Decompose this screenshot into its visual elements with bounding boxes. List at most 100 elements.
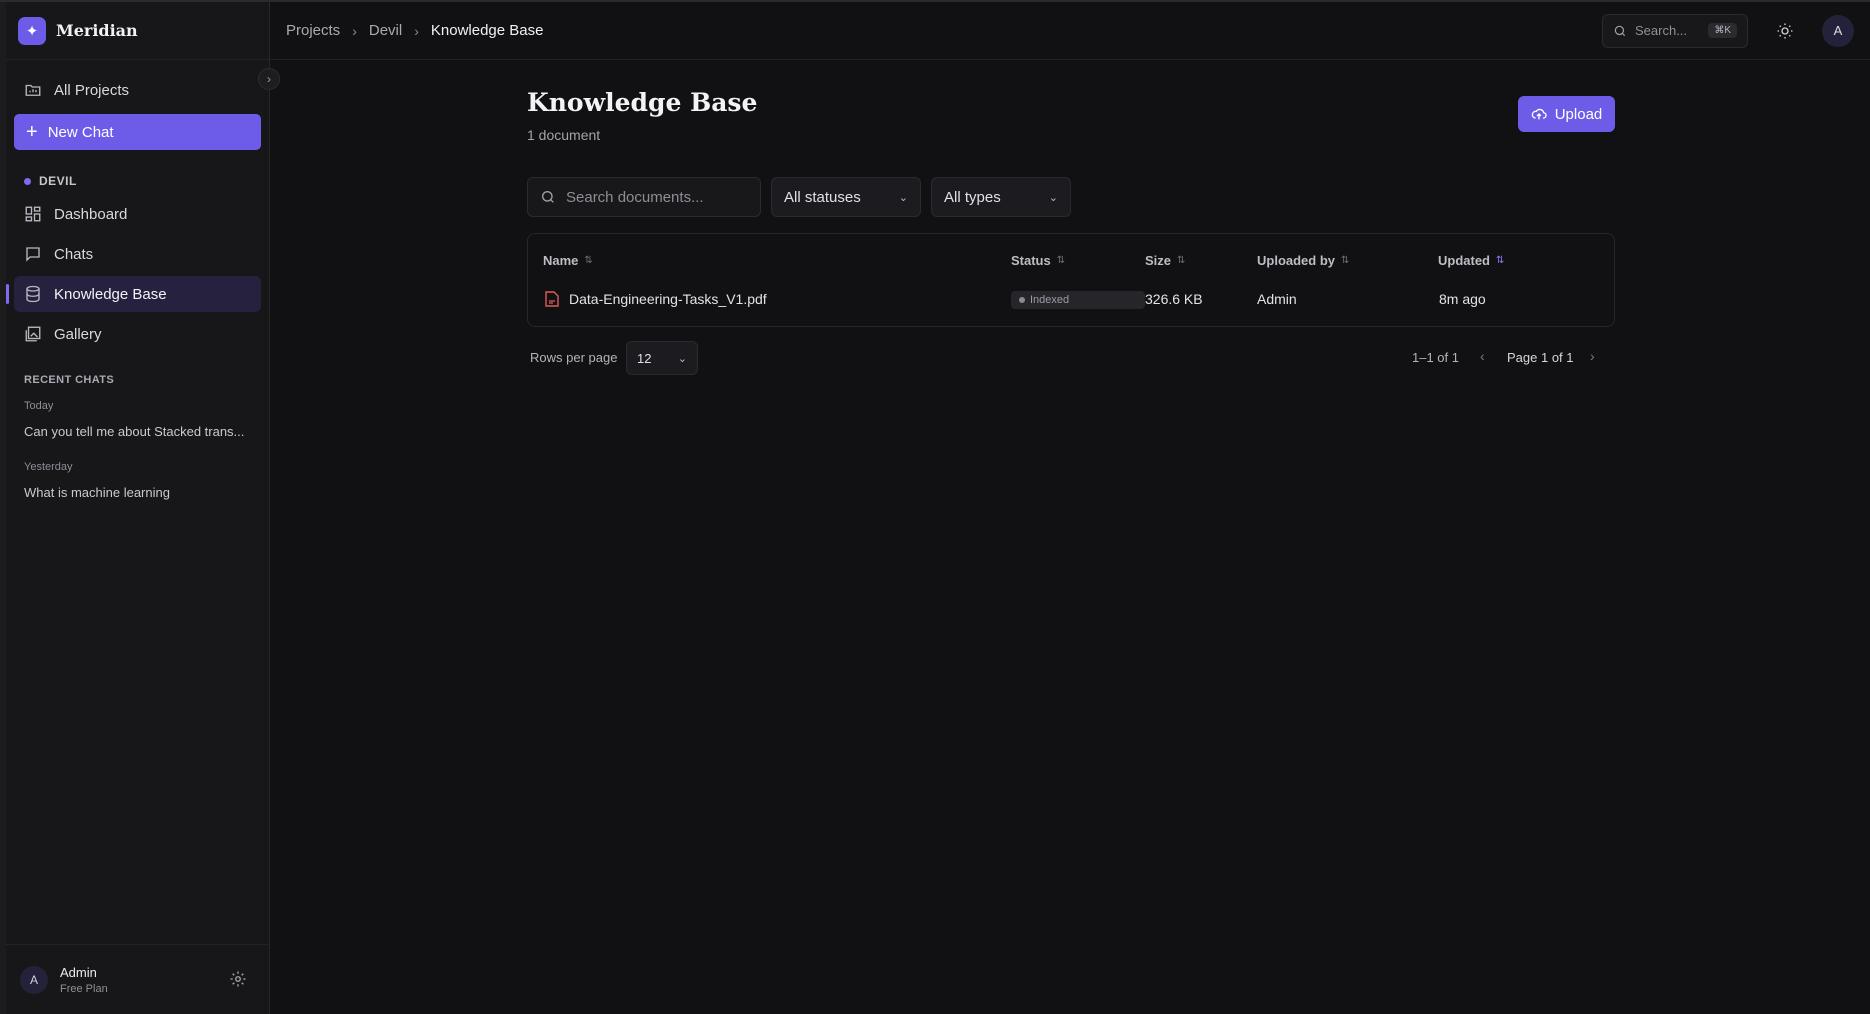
search-documents-input[interactable]: Search documents... (527, 177, 761, 217)
sidebar-item-label: All Projects (54, 81, 130, 99)
sidebar-item-label: Knowledge Base (54, 285, 167, 303)
rows-per-page-select[interactable]: 12 ⌄ (626, 341, 698, 375)
search-documents-placeholder: Search documents... (566, 188, 704, 206)
status-text: Indexed (1030, 294, 1070, 306)
page-title: Knowledge Base (527, 88, 758, 117)
breadcrumb-devil[interactable]: Devil (369, 22, 402, 39)
next-page-chevron-icon[interactable]: › (1590, 348, 1595, 364)
sort-icon: ⇅ (1177, 255, 1186, 266)
sidebar-item-knowledge-base[interactable]: Knowledge Base (6, 276, 261, 312)
column-label: Size (1145, 253, 1172, 268)
sort-icon: ⇅ (584, 255, 593, 266)
status-filter-select[interactable]: All statuses ⌄ (771, 177, 921, 217)
breadcrumb-current: Knowledge Base (430, 22, 544, 39)
recent-group-yesterday: Yesterday (24, 461, 73, 473)
sidebar-item-label: Chats (54, 245, 94, 263)
project-dot-icon (24, 177, 31, 185)
chevron-down-icon: ⌄ (677, 352, 687, 365)
new-chat-button[interactable]: + New Chat (14, 114, 261, 150)
chevron-right-icon: › (352, 22, 357, 39)
avatar[interactable]: A (1822, 14, 1854, 47)
new-chat-label: New Chat (47, 123, 114, 141)
chevron-right-icon: › (414, 22, 419, 39)
recent-chat-item[interactable]: What is machine learning (24, 485, 253, 500)
topbar: Projects › Devil › Knowledge Base Search… (270, 2, 1870, 60)
cloud-upload-icon (1531, 108, 1547, 120)
recent-group-today: Today (24, 400, 54, 412)
chevron-down-icon: ⌄ (898, 191, 908, 204)
status-cell: Indexed (1011, 291, 1145, 309)
folder-chart-icon (25, 84, 41, 96)
status-filter-value: All statuses (784, 188, 861, 206)
rows-per-page-label: Rows per page (530, 350, 618, 365)
upload-button[interactable]: Upload (1518, 96, 1615, 132)
brand-name: Meridian (56, 21, 138, 40)
type-filter-value: All types (944, 188, 1001, 206)
sidebar-item-all-projects[interactable]: All Projects (14, 72, 261, 108)
topbar-actions: Search... ⌘K A (1602, 13, 1854, 48)
sidebar-item-gallery[interactable]: Gallery (14, 316, 261, 352)
sort-icon: ⇅ (1056, 255, 1066, 266)
dashboard-icon (25, 206, 41, 222)
sidebar-collapse-chevron-icon[interactable]: › (258, 68, 280, 90)
avatar: A (20, 965, 48, 994)
status-dot-icon (1019, 297, 1025, 303)
sidebar-item-chats[interactable]: Chats (14, 236, 261, 272)
user-profile[interactable]: A Admin Free Plan (6, 944, 269, 1014)
sun-icon (1777, 23, 1793, 38)
sidebar-item-dashboard[interactable]: Dashboard (14, 196, 261, 232)
sort-icon: ⇅ (1341, 255, 1350, 266)
breadcrumb-projects[interactable]: Projects (286, 22, 340, 39)
recent-chat-item[interactable]: Can you tell me about Stacked trans... (24, 424, 253, 439)
column-label: Uploaded by (1257, 253, 1336, 268)
user-name: Admin (60, 964, 97, 980)
pagination: Rows per page 12 ⌄ 1–1 of 1 ‹ Page 1 of … (527, 341, 1615, 375)
knowledge-base-content: Knowledge Base 1 document Upload Search … (527, 88, 1615, 375)
table-row[interactable]: Data-Engineering-Tasks_V1.pdf (545, 291, 767, 307)
sidebar-item-label: Dashboard (54, 205, 128, 223)
column-label: Status (1011, 253, 1051, 268)
search-icon (542, 191, 554, 203)
main-area: Projects › Devil › Knowledge Base Search… (270, 2, 1870, 1014)
chevron-down-icon: ⌄ (1048, 191, 1058, 204)
documents-table: Name ⇅ Status ⇅ Size ⇅ Uploaded by ⇅ Updated… (527, 233, 1615, 327)
search-icon (1614, 25, 1626, 36)
upload-label: Upload (1554, 105, 1603, 123)
page-indicator: Page 1 of 1 (1507, 350, 1574, 365)
type-filter-select[interactable]: All types ⌄ (931, 177, 1071, 217)
pdf-file-icon (545, 291, 559, 307)
brand[interactable]: ✦ Meridian (6, 2, 269, 60)
sparkle-logo-icon: ✦ (18, 16, 46, 45)
updated-cell: 8m ago (1439, 291, 1486, 307)
breadcrumb: Projects › Devil › Knowledge Base (286, 22, 543, 39)
sidebar-item-label: Gallery (54, 325, 102, 343)
column-header-updated[interactable]: Updated ⇅ (1438, 253, 1504, 268)
database-icon (26, 285, 40, 303)
plus-icon: + (26, 121, 38, 143)
column-header-size[interactable]: Size ⇅ (1145, 253, 1185, 268)
column-header-uploaded-by[interactable]: Uploaded by ⇅ (1257, 253, 1349, 268)
chat-icon (26, 247, 40, 262)
uploaded-by-cell: Admin (1257, 291, 1297, 307)
gallery-icon (25, 326, 41, 342)
column-label: Name (543, 253, 579, 268)
status-badge: Indexed (1011, 291, 1145, 309)
theme-toggle-button[interactable] (1770, 16, 1800, 46)
project-name: DEVIL (39, 174, 77, 188)
size-cell: 326.6 KB (1145, 291, 1203, 307)
column-label: Updated (1438, 253, 1490, 268)
shortcut-badge: ⌘K (1708, 23, 1737, 38)
global-search-placeholder: Search... (1635, 23, 1688, 38)
global-search-input[interactable]: Search... ⌘K (1602, 13, 1748, 48)
filters-bar: Search documents... All statuses ⌄ All t… (527, 177, 1615, 217)
app-root: ✦ Meridian › All Projects + New Chat DEV… (0, 0, 1870, 1014)
pagination-range: 1–1 of 1 (1412, 350, 1459, 365)
column-header-status[interactable]: Status ⇅ (1011, 253, 1065, 268)
sort-active-icon: ⇅ (1496, 255, 1505, 266)
rows-per-page-value: 12 (637, 350, 652, 366)
previous-page-chevron-icon[interactable]: ‹ (1480, 348, 1485, 364)
user-plan: Free Plan (60, 982, 108, 995)
file-name: Data-Engineering-Tasks_V1.pdf (569, 291, 767, 307)
column-header-name[interactable]: Name ⇅ (543, 253, 593, 268)
gear-icon[interactable] (229, 970, 247, 988)
